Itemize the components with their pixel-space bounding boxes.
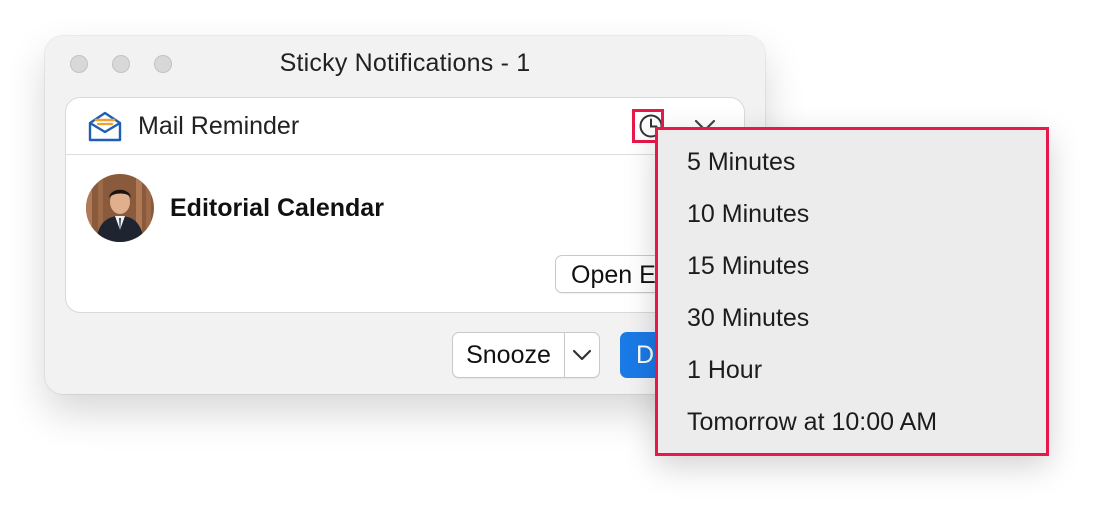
menu-item-1-hour[interactable]: 1 Hour [687,356,762,385]
avatar [86,174,154,242]
card-header-title: Mail Reminder [138,112,300,140]
menu-item-15-minutes[interactable]: 15 Minutes [687,252,809,281]
chevron-down-icon [572,349,592,361]
window-title: Sticky Notifications - 1 [279,49,531,77]
stage: Sticky Notifications - 1 Mail Reminder E… [0,0,1096,508]
snooze-button[interactable]: Snooze [453,333,564,377]
snooze-menu: 5 Minutes 10 Minutes 15 Minutes 30 Minut… [655,127,1049,456]
snooze-split-button: Snooze [452,332,600,378]
menu-item-30-minutes[interactable]: 30 Minutes [687,304,809,333]
menu-item-tomorrow[interactable]: Tomorrow at 10:00 AM [687,408,937,437]
menu-item-5-minutes[interactable]: 5 Minutes [687,148,795,177]
menu-item-10-minutes[interactable]: 10 Minutes [687,200,809,229]
snooze-options-button[interactable] [565,333,599,377]
event-title: Editorial Calendar [170,194,384,222]
mail-open-icon [88,111,122,142]
